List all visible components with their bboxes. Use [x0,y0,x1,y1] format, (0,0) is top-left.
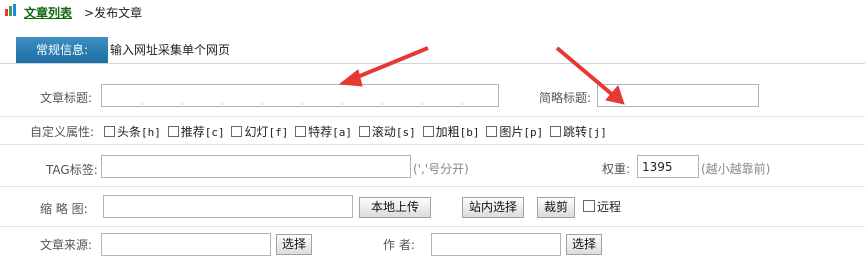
tag-input[interactable] [101,155,411,178]
attr-code: [s] [395,126,416,139]
attr-headline[interactable]: 头条[h] [104,123,161,140]
remote-label: 远程 [597,200,622,214]
attr-code: [a] [332,126,353,139]
source-select-button[interactable]: 选择 [276,234,312,255]
checkbox[interactable] [358,126,370,137]
checkbox[interactable] [231,126,243,137]
attr-code: [b] [459,126,480,139]
attr-image[interactable]: 图片[p] [486,123,543,140]
attr-name: 幻灯 [244,125,269,139]
attr-code: [h] [141,126,161,139]
checkbox[interactable] [550,126,562,137]
weight-input[interactable] [637,155,699,178]
attr-name: 图片 [499,125,524,139]
checkbox[interactable] [104,126,115,137]
attr-recommend[interactable]: 推荐[c] [167,123,225,140]
attr-redirect[interactable]: 跳转[j] [550,123,607,140]
attr-code: [p] [523,126,544,139]
site-select-button[interactable]: 站内选择 [462,197,524,218]
author-select-button[interactable]: 选择 [566,234,602,255]
thumbnail-label: 缩 略 图: [40,202,88,216]
attr-name: 跳转 [563,125,588,139]
attribute-list: 头条[h] 推荐[c] 幻灯[f] 特荐[a] 滚动[s] 加粗[b] 图片[p… [104,123,624,140]
attr-name: 推荐 [180,125,205,139]
custom-attributes-label: 自定义属性: [30,125,95,139]
attr-bold[interactable]: 加粗[b] [422,123,480,140]
tag-label: TAG标签: [46,163,98,177]
source-input[interactable] [101,233,271,256]
crop-button[interactable]: 裁剪 [537,197,575,218]
source-label: 文章来源: [40,238,93,252]
author-input[interactable] [431,233,561,256]
remote-checkbox[interactable] [583,200,595,212]
attr-special[interactable]: 特荐[a] [295,123,352,140]
local-upload-button[interactable]: 本地上传 [359,197,431,218]
checkbox[interactable] [486,126,498,137]
attr-scroll[interactable]: 滚动[s] [358,123,416,140]
attr-code: [f] [268,126,289,139]
attr-code: [j] [587,126,607,139]
checkbox[interactable] [422,126,434,137]
author-label: 作 者: [383,238,415,252]
checkbox[interactable] [295,126,307,137]
checkbox[interactable] [167,126,179,137]
attr-code: [c] [204,126,225,139]
tag-hint: (','号分开) [413,162,469,176]
attr-name: 特荐 [308,125,333,139]
thumbnail-input[interactable] [103,195,353,218]
weight-label: 权重: [602,162,631,176]
attr-slideshow[interactable]: 幻灯[f] [231,123,288,140]
attr-name: 滚动 [371,125,396,139]
remote-option[interactable]: 远程 [583,198,621,215]
attr-name: 头条 [117,125,142,139]
weight-hint: (越小越靠前) [701,162,771,176]
attr-name: 加粗 [435,125,460,139]
